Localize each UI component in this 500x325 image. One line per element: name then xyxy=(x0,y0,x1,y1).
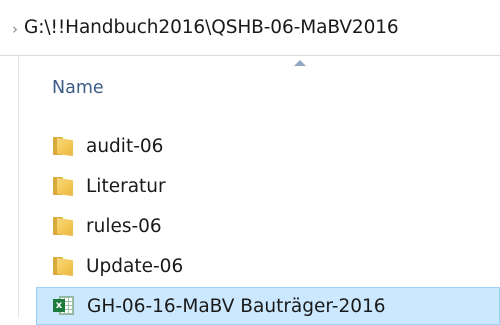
list-item-folder-literatur[interactable]: Literatur xyxy=(0,166,500,206)
folder-icon xyxy=(52,137,74,157)
list-item-folder-update-06[interactable]: Update-06 xyxy=(0,246,500,286)
column-header-name[interactable]: Name xyxy=(52,78,104,98)
list-item-label: rules-06 xyxy=(86,215,162,237)
address-bar[interactable]: › G:\!!Handbuch2016\QSHB-06-MaBV2016 xyxy=(0,0,500,56)
list-item-label: Literatur xyxy=(86,175,166,197)
folder-icon xyxy=(52,217,74,237)
list-item-label: Update-06 xyxy=(86,255,184,277)
list-item-file-excel-selected[interactable]: x GH-06-16-MaBV Bauträger-2016 xyxy=(36,287,500,325)
list-item-folder-audit-06[interactable]: audit-06 xyxy=(0,126,500,166)
folder-icon xyxy=(52,257,74,277)
sort-ascending-icon xyxy=(294,60,306,66)
folder-icon xyxy=(52,177,74,197)
breadcrumb-chevron-icon[interactable]: › xyxy=(12,20,18,38)
list-item-label: GH-06-16-MaBV Bauträger-2016 xyxy=(87,295,386,317)
list-item-folder-rules-06[interactable]: rules-06 xyxy=(0,206,500,246)
file-list: audit-06 Literatur rules-06 Update-06 x … xyxy=(0,126,500,325)
address-path[interactable]: G:\!!Handbuch2016\QSHB-06-MaBV2016 xyxy=(24,17,399,38)
list-item-label: audit-06 xyxy=(86,135,164,157)
excel-file-icon: x xyxy=(53,295,75,317)
